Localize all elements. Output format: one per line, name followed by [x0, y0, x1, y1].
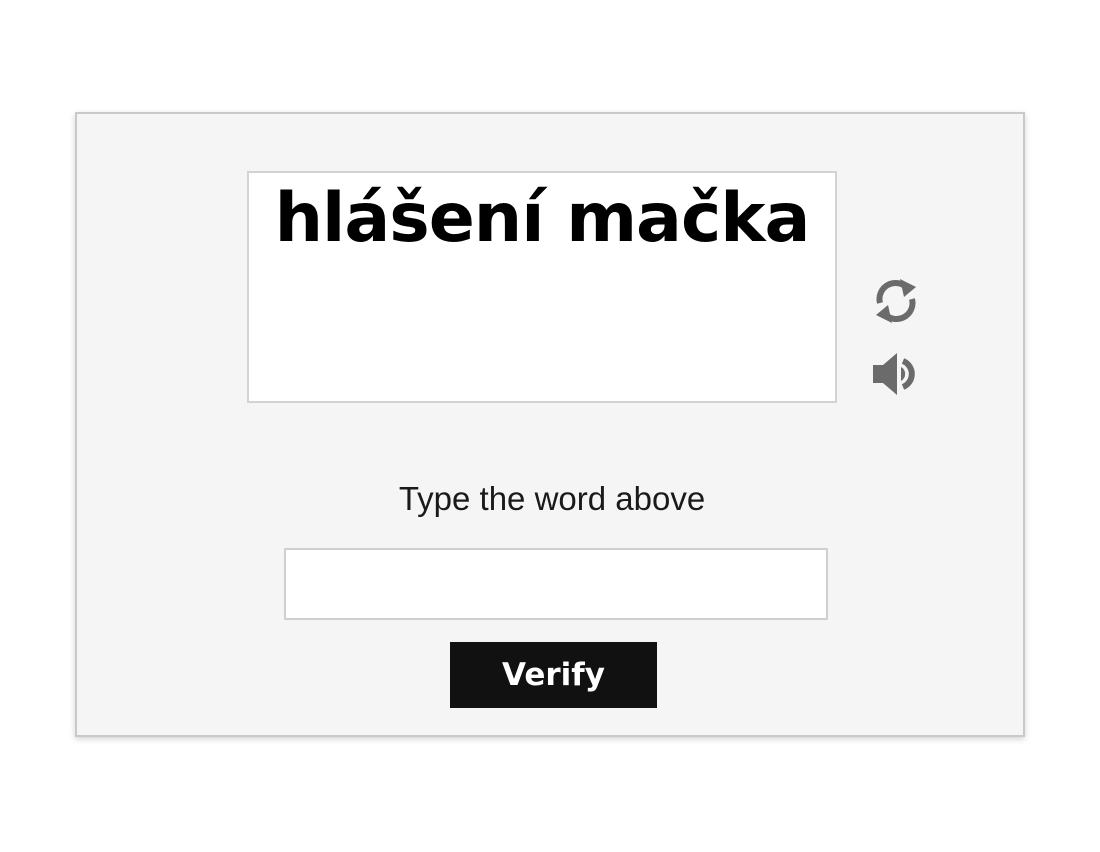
refresh-icon: [876, 279, 916, 323]
captcha-answer-input[interactable]: [284, 548, 828, 620]
captcha-word: hlášení mačka: [274, 179, 811, 258]
speaker-icon: [873, 353, 915, 395]
captcha-prompt: Type the word above: [398, 480, 706, 517]
captcha-panel: hlášení mačka Type the word above Verify: [75, 112, 1025, 737]
captcha-image: hlášení mačka: [247, 171, 837, 403]
refresh-captcha-button[interactable]: [869, 274, 923, 328]
audio-captcha-button[interactable]: [869, 347, 923, 401]
verify-button[interactable]: Verify: [450, 642, 657, 708]
